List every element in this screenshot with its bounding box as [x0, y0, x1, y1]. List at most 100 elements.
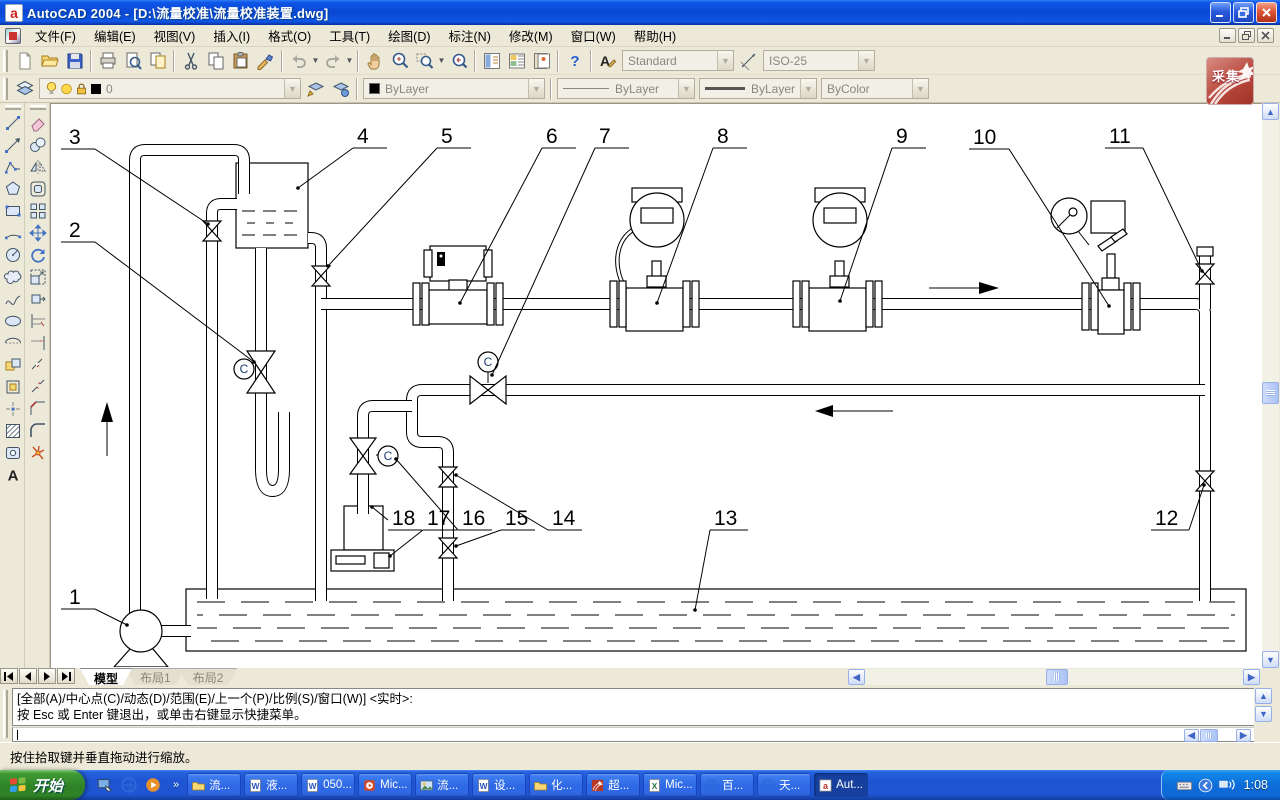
- arc-tool[interactable]: [1, 222, 24, 244]
- scale-tool[interactable]: [26, 266, 49, 288]
- circle-tool[interactable]: [1, 244, 24, 266]
- minimize-button[interactable]: [1210, 2, 1231, 23]
- polyline-tool[interactable]: [1, 156, 24, 178]
- tab-布局1[interactable]: 布局1: [126, 668, 185, 685]
- next-tab-button[interactable]: [38, 668, 56, 684]
- tab-布局2[interactable]: 布局2: [179, 668, 238, 685]
- scroll-right-icon[interactable]: ▶: [1236, 729, 1251, 742]
- rectangle-tool[interactable]: [1, 200, 24, 222]
- stretch-tool[interactable]: [26, 288, 49, 310]
- autocad-app-icon[interactable]: a: [5, 4, 23, 22]
- chamfer-tool[interactable]: [26, 398, 49, 420]
- keyboard-indicator-icon[interactable]: [1176, 777, 1193, 794]
- menu-edit[interactable]: 编辑(E): [85, 23, 145, 48]
- mdi-restore-button[interactable]: [1238, 28, 1255, 43]
- horizontal-scrollbar[interactable]: ◀ ▶: [848, 669, 1260, 685]
- redo-dropdown-icon[interactable]: ▼: [345, 49, 354, 73]
- rotate-tool[interactable]: [26, 244, 49, 266]
- mdi-minimize-button[interactable]: [1219, 28, 1236, 43]
- menu-tools[interactable]: 工具(T): [320, 23, 379, 48]
- toolbar-grip[interactable]: [3, 78, 8, 100]
- point-tool[interactable]: [1, 398, 24, 420]
- chevron-down-icon[interactable]: ▼: [284, 79, 300, 98]
- dim-style-combo[interactable]: ISO-25 ▼: [763, 50, 875, 71]
- print-preview-button[interactable]: [120, 49, 145, 73]
- command-prompt[interactable]: [12, 727, 1254, 742]
- region-tool[interactable]: [1, 442, 24, 464]
- quick-launch-overflow[interactable]: »: [169, 779, 183, 791]
- move-tool[interactable]: [26, 222, 49, 244]
- mirror-tool[interactable]: [26, 156, 49, 178]
- chevron-down-icon[interactable]: ▼: [528, 79, 544, 98]
- help-button[interactable]: ?: [562, 49, 587, 73]
- chevron-down-icon[interactable]: ▼: [717, 51, 733, 70]
- task-button-12[interactable]: aAut...: [814, 773, 868, 797]
- copy-tool[interactable]: [26, 134, 49, 156]
- command-window[interactable]: [全部(A)/中心点(C)/动态(D)/范围(E)/上一个(P)/比例(S)/窗…: [0, 686, 1280, 742]
- toolbar-grip[interactable]: [3, 50, 8, 72]
- pan-realtime-button[interactable]: [362, 49, 387, 73]
- scroll-right-icon[interactable]: ▶: [1243, 669, 1260, 685]
- command-window-grip[interactable]: [3, 690, 8, 738]
- command-hscrollbar[interactable]: ◀ ▶: [1184, 729, 1252, 742]
- hscroll-thumb[interactable]: [1200, 729, 1218, 742]
- zoom-previous-button[interactable]: [446, 49, 471, 73]
- open-file-button[interactable]: [37, 49, 62, 73]
- scroll-left-icon[interactable]: ◀: [1184, 729, 1199, 742]
- line-tool[interactable]: [1, 112, 24, 134]
- tab-模型[interactable]: 模型: [80, 668, 132, 685]
- task-button-10[interactable]: 百...: [700, 773, 754, 797]
- undo-button[interactable]: [286, 49, 311, 73]
- vscroll-thumb[interactable]: [1262, 382, 1279, 404]
- array-tool[interactable]: [26, 200, 49, 222]
- command-history[interactable]: [全部(A)/中心点(C)/动态(D)/范围(E)/上一个(P)/比例(S)/窗…: [12, 688, 1254, 726]
- scroll-up-icon[interactable]: ▲: [1255, 688, 1272, 704]
- task-button-4[interactable]: Mic...: [358, 773, 412, 797]
- layer-combo[interactable]: 0 ▼: [39, 78, 301, 99]
- menu-window[interactable]: 窗口(W): [562, 23, 625, 48]
- chevron-down-icon[interactable]: ▼: [858, 51, 874, 70]
- task-button-7[interactable]: 化...: [529, 773, 583, 797]
- designcenter-button[interactable]: [504, 49, 529, 73]
- task-button-1[interactable]: 流...: [187, 773, 241, 797]
- internet-explorer-icon[interactable]: [119, 775, 139, 795]
- spline-tool[interactable]: [1, 288, 24, 310]
- paste-button[interactable]: [228, 49, 253, 73]
- task-button-8[interactable]: 超...: [586, 773, 640, 797]
- explode-tool[interactable]: [26, 442, 49, 464]
- menu-insert[interactable]: 插入(I): [204, 23, 259, 48]
- copy-clip-button[interactable]: [203, 49, 228, 73]
- break-point-tool[interactable]: [26, 354, 49, 376]
- zoom-window-button[interactable]: [412, 49, 437, 73]
- offset-tool[interactable]: [26, 178, 49, 200]
- make-block-tool[interactable]: [1, 376, 24, 398]
- zoom-window-dropdown-icon[interactable]: ▼: [437, 49, 446, 73]
- task-button-5[interactable]: 流...: [415, 773, 469, 797]
- chevron-down-icon[interactable]: ▼: [678, 79, 694, 98]
- vertical-scrollbar[interactable]: ▲ ▼: [1262, 103, 1279, 668]
- redo-button[interactable]: [320, 49, 345, 73]
- linetype-combo[interactable]: ByLayer ▼: [557, 78, 695, 99]
- revcloud-tool[interactable]: [1, 266, 24, 288]
- network-volume-icon[interactable]: [1218, 777, 1235, 794]
- ellipse-tool[interactable]: [1, 310, 24, 332]
- taskbar-clock[interactable]: 1:08: [1244, 778, 1268, 792]
- last-tab-button[interactable]: [57, 668, 75, 684]
- menu-dimension[interactable]: 标注(N): [440, 23, 500, 48]
- new-file-button[interactable]: [12, 49, 37, 73]
- media-player-icon[interactable]: [143, 775, 163, 795]
- publish-button[interactable]: [145, 49, 170, 73]
- show-desktop-icon[interactable]: [95, 775, 115, 795]
- task-button-2[interactable]: W液...: [244, 773, 298, 797]
- layer-previous-icon[interactable]: [303, 77, 328, 101]
- hide-icons-icon[interactable]: [1197, 777, 1214, 794]
- scroll-left-icon[interactable]: ◀: [848, 669, 865, 685]
- tool-palettes-button[interactable]: [529, 49, 554, 73]
- lineweight-combo[interactable]: ByLayer ▼: [699, 78, 817, 99]
- print-button[interactable]: [95, 49, 120, 73]
- match-properties-button[interactable]: [253, 49, 278, 73]
- capture-tool-badge[interactable]: 采集: [1206, 57, 1254, 105]
- erase-tool[interactable]: [26, 112, 49, 134]
- trim-tool[interactable]: [26, 310, 49, 332]
- hatch-tool[interactable]: [1, 420, 24, 442]
